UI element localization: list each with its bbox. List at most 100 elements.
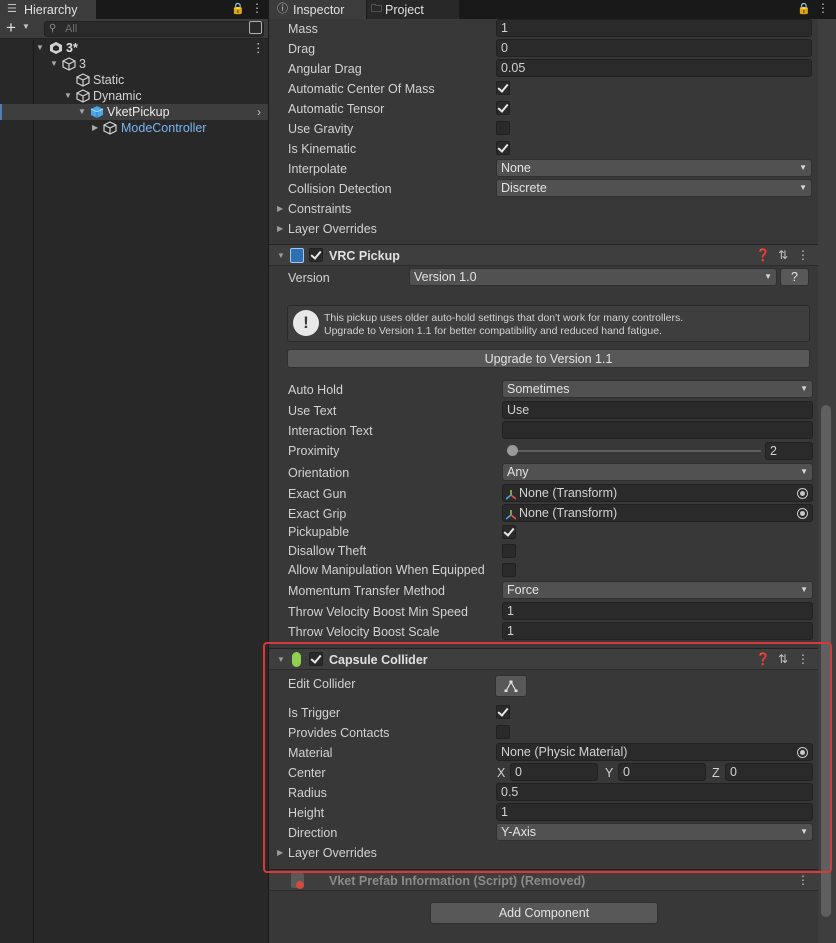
scene-search-icon[interactable] [249, 21, 262, 34]
chevron-right-icon[interactable]: › [257, 104, 261, 120]
row-interaction-text: Interaction Text [269, 421, 819, 441]
expand-arrow-icon[interactable]: ▼ [64, 88, 74, 104]
exact-gun-label: Exact Gun [288, 487, 347, 501]
foldout-arrow-icon[interactable]: ▼ [277, 652, 285, 668]
version-help-button[interactable]: ? [780, 268, 809, 286]
row-layer-overrides[interactable]: ▶ Layer Overrides [269, 219, 819, 239]
kebab-menu-icon[interactable]: ⋮ [793, 652, 813, 666]
kebab-menu-icon[interactable]: ⋮ [793, 248, 813, 262]
proximity-field[interactable]: 2 [765, 442, 813, 460]
chevron-down-icon[interactable]: ▼ [22, 22, 30, 31]
angular-drag-field[interactable]: 0.05 [496, 59, 812, 77]
tab-project[interactable]: 🗀 Project [367, 0, 459, 19]
height-field[interactable]: 1 [496, 803, 813, 821]
edit-collider-button[interactable] [495, 675, 527, 697]
kebab-menu-icon[interactable]: ⋮ [817, 1, 829, 15]
row-collider-layer-overrides[interactable]: ▶ Layer Overrides [269, 843, 819, 863]
removed-script-header[interactable]: Vket Prefab Information (Script) (Remove… [269, 869, 819, 891]
expand-arrow-icon[interactable]: ▼ [78, 104, 88, 120]
vrc-pickup-enabled-checkbox[interactable] [309, 248, 323, 262]
foldout-arrow-icon[interactable]: ▶ [277, 201, 283, 217]
foldout-arrow-icon[interactable]: ▶ [277, 845, 283, 861]
auto-center-label: Automatic Center Of Mass [288, 82, 435, 96]
collapse-arrow-icon[interactable]: ▶ [92, 120, 102, 136]
collision-detection-dropdown[interactable]: Discrete ▼ [496, 179, 812, 197]
hierarchy-toolbar: + ▼ ⚲ All [0, 18, 268, 39]
auto-hold-dropdown[interactable]: Sometimes ▼ [502, 380, 813, 398]
row-constraints[interactable]: ▶ Constraints [269, 199, 819, 219]
auto-tensor-checkbox[interactable] [496, 101, 510, 115]
row-use-gravity: Use Gravity [269, 119, 819, 139]
drag-field[interactable]: 0 [496, 39, 812, 57]
upgrade-version-button[interactable]: Upgrade to Version 1.1 [287, 349, 810, 368]
tree-item-static[interactable]: Static [0, 72, 268, 88]
tree-item-label: Static [93, 73, 125, 87]
tab-hierarchy[interactable]: ☰ Hierarchy [0, 0, 96, 19]
vrc-pickup-header[interactable]: ▼ VRC Pickup ❓ ⇅ ⋮ [269, 244, 819, 266]
material-field[interactable]: None (Physic Material) [496, 743, 813, 761]
preset-icon[interactable]: ⇅ [773, 652, 793, 666]
kebab-menu-icon[interactable]: ⋮ [252, 40, 265, 56]
center-y-field[interactable]: 0 [618, 763, 706, 781]
capsule-collider-header[interactable]: ▼ Capsule Collider ❓ ⇅ ⋮ [269, 648, 819, 670]
capsule-collider-enabled-checkbox[interactable] [309, 652, 323, 666]
object-picker-icon[interactable] [797, 508, 808, 519]
chevron-down-icon: ▼ [799, 183, 807, 192]
row-exact-grip: Exact Grip None (Transform) [269, 504, 819, 524]
foldout-arrow-icon[interactable]: ▶ [277, 221, 283, 237]
exact-grip-field[interactable]: None (Transform) [502, 504, 813, 522]
direction-dropdown[interactable]: Y-Axis ▼ [496, 823, 813, 841]
radius-field[interactable]: 0.5 [496, 783, 813, 801]
disallow-theft-checkbox[interactable] [502, 544, 516, 558]
row-proximity: Proximity 2 [269, 441, 819, 461]
add-component-button[interactable]: Add Component [430, 902, 658, 924]
interaction-text-field[interactable] [502, 421, 813, 439]
mass-field[interactable]: 1 [496, 19, 812, 37]
proximity-slider-track[interactable] [507, 450, 761, 452]
plus-icon[interactable]: + [6, 18, 16, 38]
row-throw-min-speed: Throw Velocity Boost Min Speed 1 [269, 602, 819, 622]
help-icon[interactable]: ❓ [753, 248, 773, 262]
use-text-field[interactable]: Use [502, 401, 813, 419]
warning-icon: ! [293, 310, 319, 336]
tree-item-dynamic[interactable]: ▼ Dynamic [0, 88, 268, 104]
tab-hierarchy-label: Hierarchy [24, 3, 78, 17]
object-picker-icon[interactable] [797, 488, 808, 499]
expand-arrow-icon[interactable]: ▼ [50, 56, 60, 72]
proximity-slider-thumb[interactable] [507, 445, 518, 456]
tree-item-vketpickup[interactable]: ▼ VketPickup › [0, 104, 268, 120]
orientation-dropdown[interactable]: Any ▼ [502, 463, 813, 481]
kebab-menu-icon[interactable]: ⋮ [251, 1, 263, 15]
interpolate-dropdown[interactable]: None ▼ [496, 159, 812, 177]
search-input[interactable]: ⚲ All [44, 21, 264, 37]
tree-item-modecontroller[interactable]: ▶ ModeController [0, 120, 268, 136]
capsule-collider-title: Capsule Collider [329, 653, 428, 667]
inspector-scrollbar-thumb[interactable] [821, 405, 831, 917]
lock-icon[interactable]: 🔒 [797, 2, 811, 15]
use-gravity-checkbox[interactable] [496, 121, 510, 135]
center-x-field[interactable]: 0 [510, 763, 598, 781]
exact-gun-value: None (Transform) [519, 486, 618, 500]
throw-scale-field[interactable]: 1 [502, 622, 813, 640]
center-z-field[interactable]: 0 [725, 763, 813, 781]
preset-icon[interactable]: ⇅ [773, 248, 793, 262]
allow-manipulation-checkbox[interactable] [502, 563, 516, 577]
expand-arrow-icon[interactable]: ▼ [36, 40, 46, 56]
auto-center-checkbox[interactable] [496, 81, 510, 95]
is-trigger-checkbox[interactable] [496, 705, 510, 719]
kebab-menu-icon[interactable]: ⋮ [797, 873, 809, 887]
tree-item-3[interactable]: ▼ 3 [0, 56, 268, 72]
foldout-arrow-icon[interactable]: ▼ [277, 248, 285, 264]
provides-contacts-checkbox[interactable] [496, 725, 510, 739]
tree-item-scene[interactable]: ▼ 3* ⋮ [0, 40, 268, 56]
throw-min-speed-field[interactable]: 1 [502, 602, 813, 620]
help-icon[interactable]: ❓ [753, 652, 773, 666]
object-picker-icon[interactable] [797, 747, 808, 758]
tab-inspector[interactable]: ⓘ Inspector [269, 0, 366, 19]
version-dropdown[interactable]: Version 1.0 ▼ [409, 268, 777, 286]
exact-gun-field[interactable]: None (Transform) [502, 484, 813, 502]
pickupable-checkbox[interactable] [502, 525, 516, 539]
lock-icon[interactable]: 🔒 [231, 2, 245, 15]
momentum-method-dropdown[interactable]: Force ▼ [502, 581, 813, 599]
is-kinematic-checkbox[interactable] [496, 141, 510, 155]
